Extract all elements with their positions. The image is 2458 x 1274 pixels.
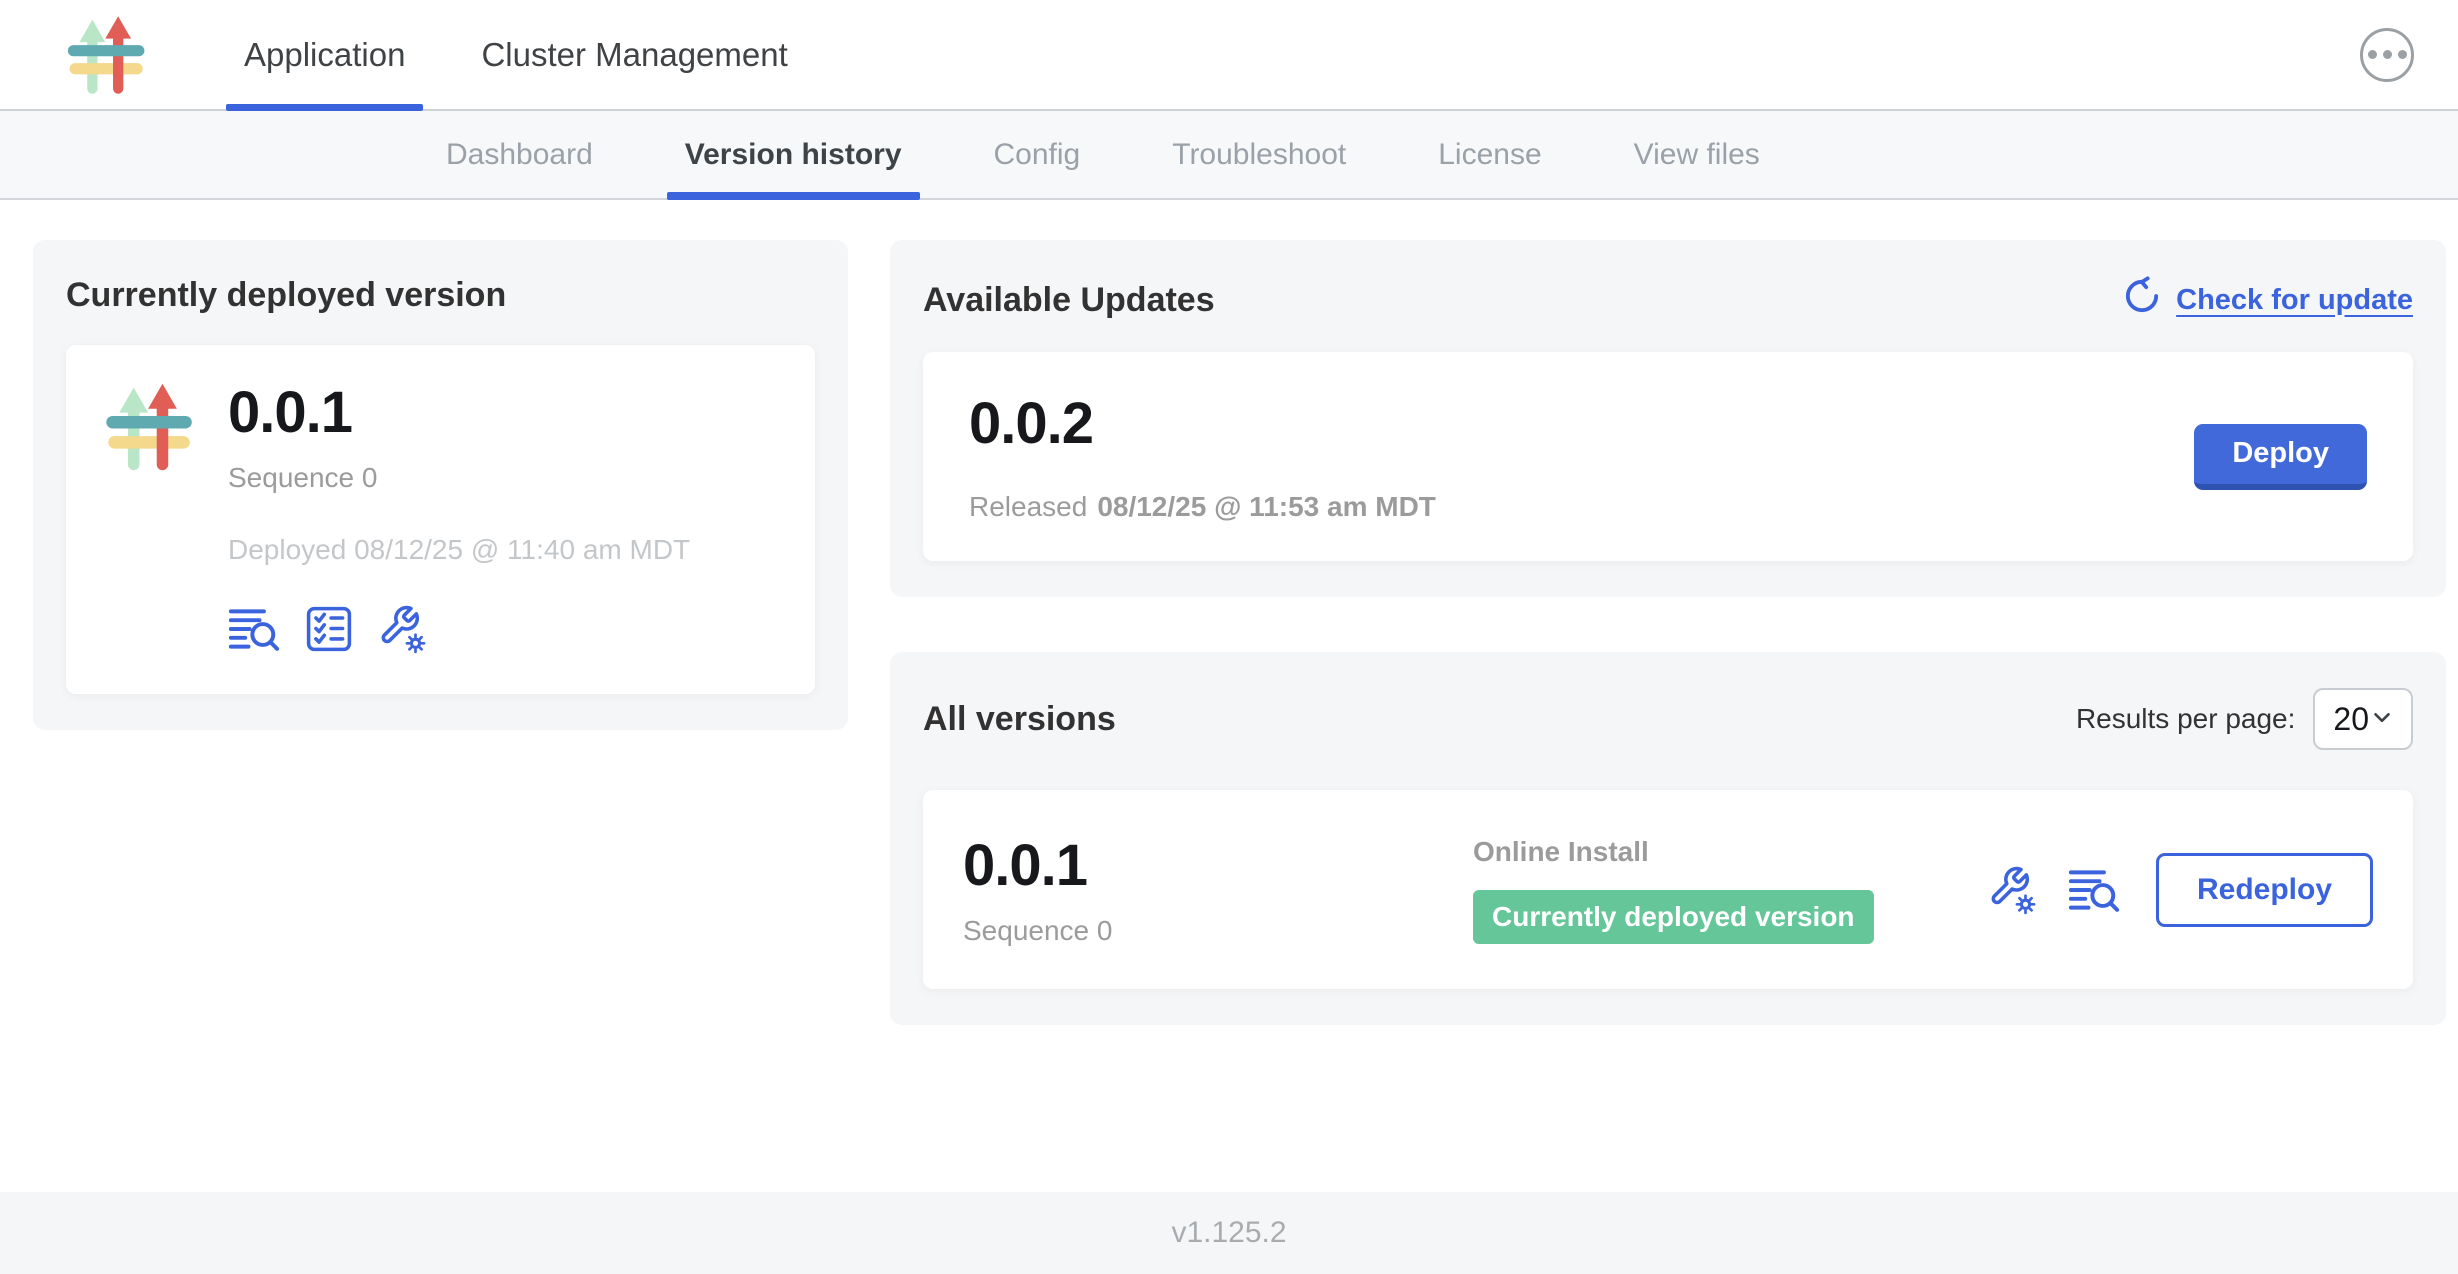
currently-deployed-badge: Currently deployed version [1473, 890, 1874, 944]
ellipsis-icon [2368, 50, 2377, 59]
redeploy-button[interactable]: Redeploy [2156, 853, 2373, 927]
check-for-update-label: Check for update [2176, 284, 2413, 317]
chevron-down-icon [2369, 704, 2395, 735]
preflight-checks-button[interactable] [306, 606, 352, 652]
app-header: Application Cluster Management [0, 0, 2458, 111]
results-per-page-select[interactable]: 20 [2313, 688, 2413, 750]
deployed-timestamp: Deployed 08/12/25 @ 11:40 am MDT [228, 534, 690, 566]
admin-console: Application Cluster Management Dashboard… [0, 0, 2458, 1274]
release-notes-button[interactable] [228, 607, 280, 651]
edit-config-button[interactable] [378, 604, 428, 654]
available-updates-section: Available Updates Check for update [890, 240, 2446, 597]
update-version-number: 0.0.2 [969, 390, 1436, 457]
overflow-menu-button[interactable] [2360, 28, 2414, 82]
deployed-version-card: 0.0.1 Sequence 0 Deployed 08/12/25 @ 11:… [66, 345, 815, 694]
deployed-version-number: 0.0.1 [228, 379, 690, 446]
tab-cluster-management[interactable]: Cluster Management [443, 0, 825, 109]
row-sequence: Sequence 0 [963, 915, 1473, 947]
tab-application-label: Application [244, 36, 405, 74]
deploy-button[interactable]: Deploy [2194, 424, 2367, 490]
tab-dashboard[interactable]: Dashboard [400, 111, 639, 198]
release-notes-button[interactable] [2068, 868, 2120, 912]
row-install-type: Online Install [1473, 836, 1988, 868]
check-for-update-link[interactable]: Check for update [2122, 276, 2413, 324]
deployed-section-title: Currently deployed version [66, 276, 815, 315]
refresh-icon [2122, 276, 2162, 324]
deployed-section: Currently deployed version 0.0 [33, 240, 848, 730]
all-versions-section: All versions Results per page: 20 [890, 652, 2446, 1025]
tab-config[interactable]: Config [948, 111, 1127, 198]
deployed-sequence: Sequence 0 [228, 462, 690, 494]
update-released-line: Released08/12/25 @ 11:53 am MDT [969, 491, 1436, 523]
app-subnav: Dashboard Version history Config Trouble… [0, 111, 2458, 200]
app-logo-icon[interactable] [64, 12, 150, 98]
app-logo-icon [102, 379, 198, 475]
release-notes-icon [228, 607, 280, 651]
all-versions-title: All versions [923, 700, 1116, 739]
release-notes-icon [2068, 868, 2120, 912]
row-version-number: 0.0.1 [963, 832, 1473, 899]
update-card: 0.0.2 Released08/12/25 @ 11:53 am MDT De… [923, 352, 2413, 561]
tab-cluster-management-label: Cluster Management [481, 36, 787, 74]
edit-config-button[interactable] [1988, 865, 2038, 915]
tab-application[interactable]: Application [206, 0, 443, 109]
update-released-date: 08/12/25 @ 11:53 am MDT [1097, 491, 1436, 522]
available-updates-title: Available Updates [923, 281, 1215, 320]
tab-license[interactable]: License [1392, 111, 1587, 198]
version-row: 0.0.1 Sequence 0 Online Install Currentl… [923, 790, 2413, 989]
console-version: v1.125.2 [1171, 1216, 1286, 1250]
edit-config-icon [378, 604, 428, 654]
results-per-page-label: Results per page: [2076, 703, 2295, 735]
edit-config-icon [1988, 865, 2038, 915]
results-per-page-value: 20 [2333, 701, 2369, 738]
main-content: Currently deployed version 0.0 [0, 200, 2458, 1192]
preflight-checks-icon [306, 606, 352, 652]
tab-version-history[interactable]: Version history [639, 111, 948, 198]
app-footer: v1.125.2 [0, 1192, 2458, 1274]
tab-troubleshoot[interactable]: Troubleshoot [1126, 111, 1392, 198]
tab-view-files[interactable]: View files [1588, 111, 1806, 198]
